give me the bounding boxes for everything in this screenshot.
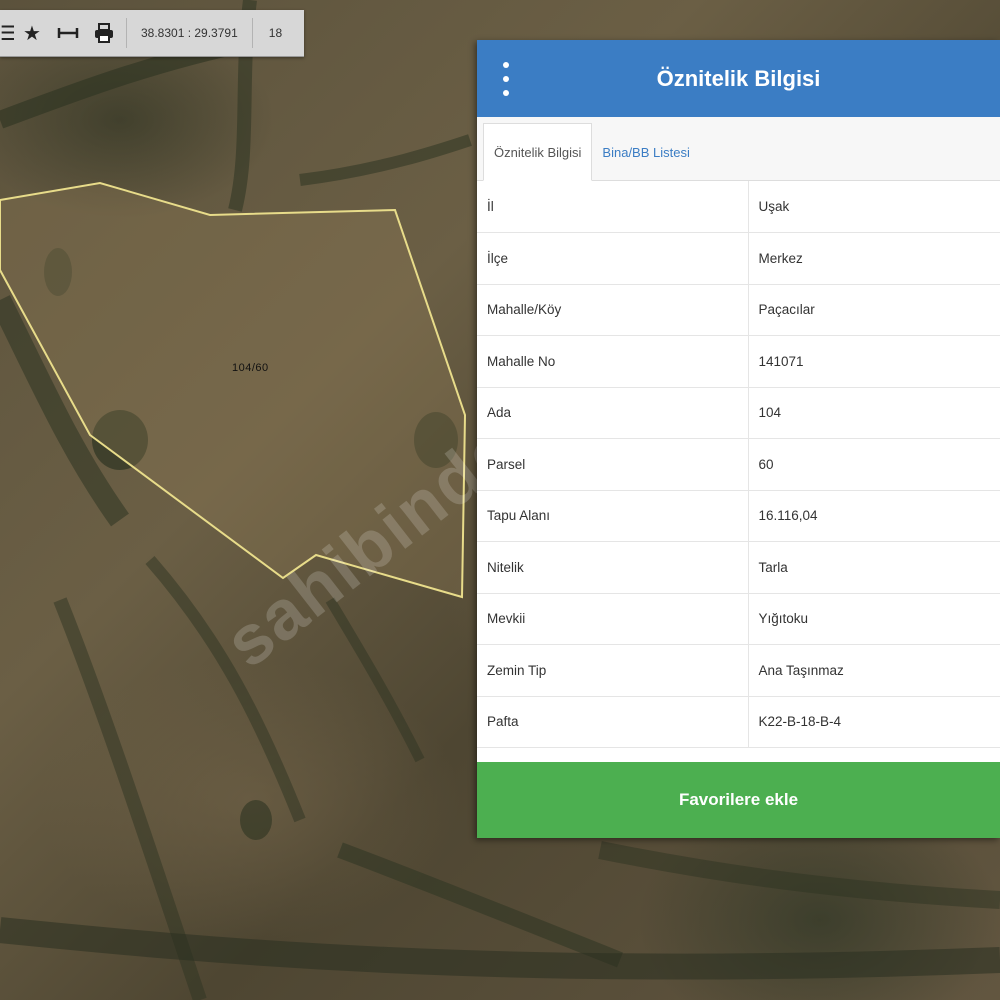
- attribute-value: K22-B-18-B-4: [748, 696, 1000, 748]
- attribute-key: Ada: [477, 387, 749, 439]
- table-row: Nitelik Tarla: [477, 541, 1000, 594]
- attribute-key: İl: [477, 181, 749, 233]
- attribute-key: Mahalle/Köy: [477, 284, 749, 336]
- attribute-value: Ana Taşınmaz: [748, 644, 1000, 697]
- print-icon[interactable]: [86, 10, 122, 56]
- attribute-value: 60: [748, 438, 1000, 491]
- attribute-key: Mahalle No: [477, 335, 749, 388]
- panel-header: Öznitelik Bilgisi: [477, 40, 1000, 117]
- table-row: Zemin Tip Ana Taşınmaz: [477, 644, 1000, 697]
- more-options-icon[interactable]: [499, 62, 513, 96]
- panel-tabs: Öznitelik Bilgisi Bina/BB Listesi: [477, 117, 1000, 181]
- star-icon[interactable]: ★: [14, 10, 50, 56]
- attribute-value: Merkez: [748, 232, 1000, 285]
- tab-attribute-info[interactable]: Öznitelik Bilgisi: [483, 123, 593, 181]
- menu-icon[interactable]: ☰: [0, 10, 14, 56]
- table-row: Mevkii Yığıtoku: [477, 593, 1000, 645]
- attribute-key: Nitelik: [477, 541, 749, 594]
- table-row: İlçe Merkez: [477, 232, 1000, 285]
- table-row: Pafta K22-B-18-B-4: [477, 696, 1000, 748]
- attribute-table: İl Uşak İlçe Merkez Mahalle/Köy Paçacılar M…: [477, 181, 1000, 748]
- measure-icon[interactable]: [50, 10, 86, 56]
- coordinate-readout: 38.8301 : 29.3791: [141, 26, 238, 40]
- table-row: Mahalle/Köy Paçacılar: [477, 284, 1000, 336]
- tab-building-list[interactable]: Bina/BB Listesi: [592, 124, 699, 180]
- attribute-key: İlçe: [477, 232, 749, 285]
- map-toolbar: ☰ ★ 38.8301 : 29.3791 18: [0, 10, 304, 57]
- attribute-key: Zemin Tip: [477, 644, 749, 697]
- attribute-value: 141071: [748, 335, 1000, 388]
- attribute-panel: Öznitelik Bilgisi Öznitelik Bilgisi Bina…: [477, 40, 1000, 838]
- attribute-value: Tarla: [748, 541, 1000, 594]
- zoom-level: 18: [268, 26, 283, 40]
- panel-title: Öznitelik Bilgisi: [656, 65, 821, 91]
- attribute-key: Pafta: [477, 696, 749, 748]
- attribute-value: 104: [748, 387, 1000, 439]
- attribute-value: Paçacılar: [748, 284, 1000, 336]
- attribute-key: Tapu Alanı: [477, 490, 749, 542]
- toolbar-divider: [126, 18, 127, 48]
- attribute-key: Parsel: [477, 438, 749, 491]
- attribute-value: 16.116,04: [748, 490, 1000, 542]
- table-row: İl Uşak: [477, 181, 1000, 233]
- table-row: Ada 104: [477, 387, 1000, 439]
- toolbar-divider: [251, 18, 253, 48]
- attribute-key: Mevkii: [477, 593, 749, 645]
- attribute-value: Yığıtoku: [748, 593, 1000, 645]
- table-row: Tapu Alanı 16.116,04: [477, 490, 1000, 542]
- table-row: Mahalle No 141071: [477, 335, 1000, 388]
- attribute-value: Uşak: [748, 181, 1000, 233]
- parcel-label: 104/60: [232, 362, 269, 374]
- table-row: Parsel 60: [477, 438, 1000, 491]
- add-to-favorites-button[interactable]: Favorilere ekle: [477, 762, 1000, 838]
